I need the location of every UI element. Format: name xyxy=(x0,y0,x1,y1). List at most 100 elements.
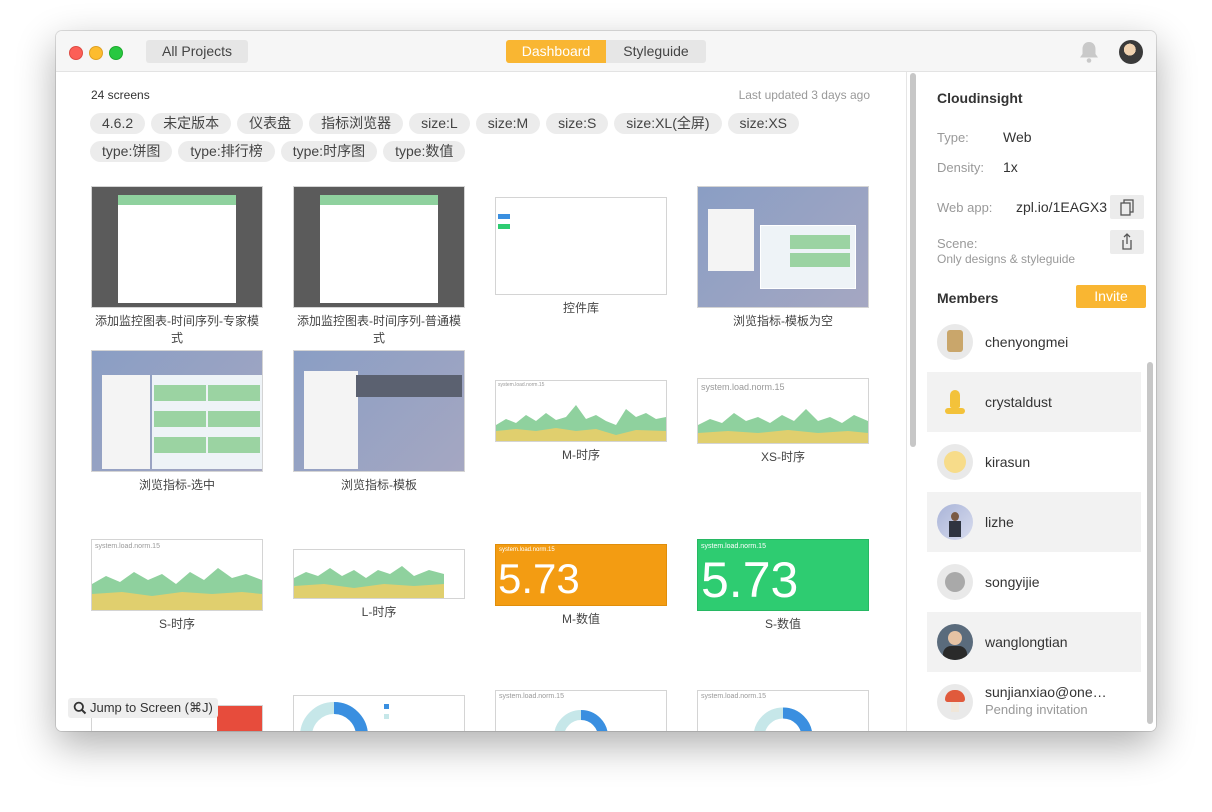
webapp-url: zpl.io/1EAGX3 xyxy=(1016,199,1108,215)
tag-chip[interactable]: type:饼图 xyxy=(90,141,173,162)
screen-preview xyxy=(495,197,667,295)
members-title: Members xyxy=(937,290,999,306)
bell-icon[interactable] xyxy=(1078,40,1100,64)
screen-thumbnail[interactable]: 控件库 xyxy=(495,197,667,317)
screen-preview xyxy=(697,186,869,308)
search-icon xyxy=(73,701,87,715)
tab-dashboard[interactable]: Dashboard xyxy=(506,40,606,63)
chart-label: system.load.norm.15 xyxy=(498,382,545,388)
screen-thumbnail[interactable]: 添加监控图表-时间序列-专家模式 xyxy=(91,186,263,345)
screen-thumbnail[interactable]: system.load.norm.15 xyxy=(495,690,667,731)
project-sidebar: Cloudinsight Type: Web Density: 1x Web a… xyxy=(921,72,1156,731)
member-name: sunjianxiao@one… xyxy=(985,684,1107,700)
minimize-window-button[interactable] xyxy=(89,46,103,60)
density-label: Density: xyxy=(937,160,984,175)
screen-caption: S-时序 xyxy=(158,617,195,631)
donut-preview xyxy=(754,707,812,731)
metric-value: 5.73 xyxy=(498,555,580,602)
screen-thumbnail[interactable]: 添加监控图表-时间序列-普通模式 xyxy=(293,186,465,345)
member-name: wanglongtian xyxy=(985,634,1068,650)
timeseries-preview xyxy=(294,566,444,598)
member-row[interactable]: songyijie xyxy=(927,552,1141,612)
chart-label: system.load.norm.15 xyxy=(95,543,160,550)
tag-chip[interactable]: 指标浏览器 xyxy=(309,113,404,134)
member-avatar xyxy=(937,564,973,600)
scene-value: Only designs & styleguide xyxy=(937,252,1076,266)
member-row[interactable]: kirasun xyxy=(927,432,1141,492)
screen-thumbnail[interactable]: system.load.norm.15 S-时序 xyxy=(91,539,263,639)
tag-chip[interactable]: 仪表盘 xyxy=(237,113,304,134)
tag-chip[interactable]: 4.6.2 xyxy=(90,113,146,134)
screen-thumbnail[interactable]: L-时序 xyxy=(293,549,465,639)
screens-panel: 24 screens Last updated 3 days ago 4.6.2… xyxy=(56,72,906,731)
screen-caption: 浏览指标-选中 xyxy=(139,478,215,492)
tag-chip[interactable]: type:时序图 xyxy=(280,141,378,162)
member-row[interactable]: crystaldust xyxy=(927,372,1141,432)
project-name: Cloudinsight xyxy=(937,90,1023,106)
tag-chip[interactable]: size:XS xyxy=(727,113,799,134)
user-avatar[interactable] xyxy=(1119,40,1143,64)
member-name: songyijie xyxy=(985,574,1040,590)
screen-caption: XS-时序 xyxy=(760,450,805,464)
screen-thumbnail[interactable]: system.load.norm.15 M-时序 xyxy=(495,380,667,480)
jump-to-screen-button[interactable]: Jump to Screen (⌘J) xyxy=(68,698,218,718)
member-name: kirasun xyxy=(985,454,1031,470)
screen-thumbnail[interactable]: 浏览指标-模板为空 xyxy=(697,186,869,328)
panel-divider xyxy=(906,72,907,731)
app-window: All Projects Dashboard Styleguide 24 scr… xyxy=(56,31,1156,731)
chart-label: system.load.norm.15 xyxy=(499,693,564,700)
screen-caption: L-时序 xyxy=(361,605,397,619)
main-scrollbar[interactable] xyxy=(910,73,916,447)
screen-caption: M-时序 xyxy=(562,448,600,462)
all-projects-button[interactable]: All Projects xyxy=(146,40,248,63)
screen-preview xyxy=(293,695,465,731)
donut-preview xyxy=(300,702,368,731)
screen-preview xyxy=(293,186,465,308)
close-window-button[interactable] xyxy=(69,46,83,60)
screen-thumbnail[interactable]: system.load.norm.15 XS-时序 xyxy=(697,378,869,478)
tag-chip[interactable]: 未定版本 xyxy=(151,113,232,134)
screen-preview xyxy=(91,350,263,472)
screen-preview: system.load.norm.15 xyxy=(697,378,869,444)
zoom-window-button[interactable] xyxy=(109,46,123,60)
screens-count: 24 screens xyxy=(91,88,150,102)
screen-thumbnail[interactable]: 浏览指标-选中 xyxy=(91,350,263,492)
screen-thumbnail[interactable]: system.load.norm.15 5.73 M-数值 xyxy=(495,544,667,644)
member-avatar xyxy=(937,624,973,660)
type-label: Type: xyxy=(937,130,969,145)
screen-preview: system.load.norm.15 5.73 xyxy=(697,539,869,611)
member-row[interactable]: chenyongmei xyxy=(927,312,1141,372)
tag-chip[interactable]: type:排行榜 xyxy=(178,141,275,162)
tag-chip[interactable]: size:S xyxy=(546,113,609,134)
tag-chip[interactable]: size:M xyxy=(475,113,541,134)
screen-preview: system.load.norm.15 5.73 xyxy=(495,544,667,606)
webapp-label: Web app: xyxy=(937,200,993,215)
members-scrollbar[interactable] xyxy=(1147,362,1153,724)
screen-thumbnail[interactable]: 浏览指标-模板 xyxy=(293,350,465,492)
tag-chip[interactable]: size:L xyxy=(409,113,470,134)
screen-preview: system.load.norm.15 xyxy=(495,380,667,442)
screen-thumbnail[interactable]: system.load.norm.15 5.73 S-数值 xyxy=(697,539,869,639)
screen-thumbnail[interactable] xyxy=(293,695,465,731)
screen-caption: M-数值 xyxy=(562,612,600,626)
invite-button[interactable]: Invite xyxy=(1076,285,1146,308)
screen-caption: 浏览指标-模板为空 xyxy=(733,314,833,328)
member-row[interactable]: lizhe xyxy=(927,492,1141,552)
copy-link-button[interactable] xyxy=(1110,195,1144,219)
timeseries-preview xyxy=(496,405,666,441)
screen-caption: 添加监控图表-时间序列-普通模式 xyxy=(297,314,461,345)
share-button[interactable] xyxy=(1110,230,1144,254)
screen-thumbnail[interactable]: system.load.norm.15 xyxy=(697,690,869,731)
member-row[interactable]: sunjianxiao@one… Pending invitation xyxy=(927,672,1141,731)
screen-preview: system.load.norm.15 xyxy=(91,539,263,611)
tag-chip[interactable]: size:XL(全屏) xyxy=(614,113,722,134)
screen-caption: S-数值 xyxy=(764,617,801,631)
share-icon xyxy=(1122,233,1132,250)
tab-styleguide[interactable]: Styleguide xyxy=(606,40,706,63)
screen-preview: system.load.norm.15 xyxy=(697,690,869,731)
screen-caption: 添加监控图表-时间序列-专家模式 xyxy=(95,314,259,345)
copy-icon xyxy=(1120,199,1134,216)
screen-preview xyxy=(293,549,465,599)
tag-chip[interactable]: type:数值 xyxy=(383,141,466,162)
member-row[interactable]: wanglongtian xyxy=(927,612,1141,672)
